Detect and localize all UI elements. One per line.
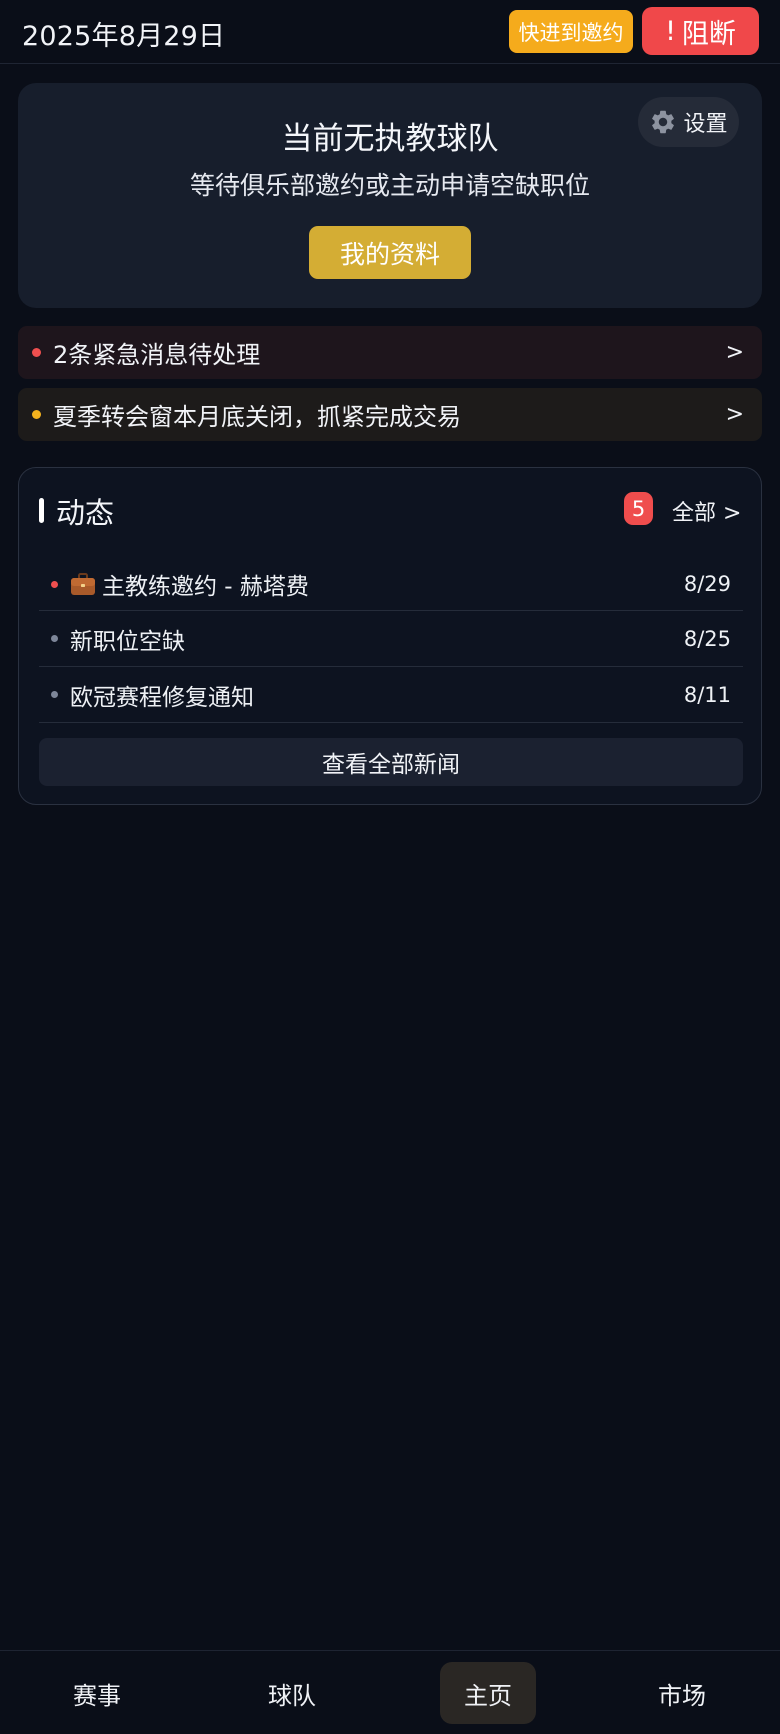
- home-screen: 2025年8月29日 快进到邀约 ! 阻断 设置 当前无执教球队 等待俱乐部邀约…: [0, 0, 780, 1734]
- section-marker: [39, 498, 44, 523]
- news-item[interactable]: 新职位空缺 8/25: [39, 611, 743, 667]
- chevron-right-icon: >: [725, 402, 744, 427]
- status-subtitle: 等待俱乐部邀约或主动申请空缺职位: [189, 171, 590, 200]
- my-profile-button[interactable]: 我的资料: [309, 226, 471, 279]
- top-bar: 2025年8月29日 快进到邀约 ! 阻断: [0, 0, 780, 64]
- transfer-window-alert[interactable]: 夏季转会窗本月底关闭，抓紧完成交易 >: [18, 388, 762, 441]
- status-card: 设置 当前无执教球队 等待俱乐部邀约或主动申请空缺职位 我的资料: [18, 83, 762, 308]
- alert-icon: !: [665, 15, 676, 47]
- nav-tab-market[interactable]: 市场: [634, 1662, 730, 1724]
- nav-tab-team[interactable]: 球队: [244, 1662, 340, 1724]
- block-button-label: 阻断: [681, 18, 736, 50]
- news-item-date: 8/29: [683, 572, 731, 596]
- news-item[interactable]: 主教练邀约 - 赫塔费 8/29: [39, 558, 743, 611]
- block-button[interactable]: ! 阻断: [642, 7, 759, 55]
- nav-tab-matches[interactable]: 赛事: [49, 1662, 145, 1724]
- news-item-text: 欧冠赛程修复通知: [70, 684, 254, 711]
- alert-text: 2条紧急消息待处理: [53, 341, 261, 369]
- yellow-dot-icon: [32, 410, 41, 419]
- read-dot-icon: [51, 691, 58, 698]
- news-item-date: 8/11: [683, 682, 731, 707]
- current-date: 2025年8月29日: [22, 21, 226, 52]
- news-item-date: 8/25: [683, 626, 731, 651]
- skip-to-offer-button[interactable]: 快进到邀约: [509, 10, 633, 53]
- news-count-badge: 5: [624, 492, 653, 525]
- unread-dot-icon: [51, 580, 58, 588]
- news-item-text: 主教练邀约 - 赫塔费: [102, 574, 309, 600]
- news-list: 主教练邀约 - 赫塔费 8/29 新职位空缺 8/25 欧冠赛程修复通知 8/1…: [39, 558, 743, 723]
- chevron-right-icon: >: [725, 340, 744, 365]
- bottom-nav: 赛事 球队 主页 市场: [0, 1650, 780, 1734]
- news-item-text: 新职位空缺: [70, 628, 185, 655]
- news-card: 动态 5 全部 > 主教练邀约 - 赫塔费 8/29 新职位空缺 8/25 欧冠…: [18, 467, 762, 805]
- view-all-news-button[interactable]: 查看全部新闻: [39, 738, 743, 786]
- briefcase-icon: [71, 573, 95, 595]
- red-dot-icon: [32, 348, 41, 357]
- news-title: 动态: [56, 496, 115, 530]
- alert-text: 夏季转会窗本月底关闭，抓紧完成交易: [53, 403, 461, 431]
- status-title: 当前无执教球队: [281, 121, 499, 157]
- urgent-messages-alert[interactable]: 2条紧急消息待处理 >: [18, 326, 762, 379]
- nav-tab-home[interactable]: 主页: [440, 1662, 536, 1724]
- read-dot-icon: [51, 635, 58, 642]
- news-item[interactable]: 欧冠赛程修复通知 8/11: [39, 667, 743, 723]
- news-all-link[interactable]: 全部 >: [672, 495, 741, 527]
